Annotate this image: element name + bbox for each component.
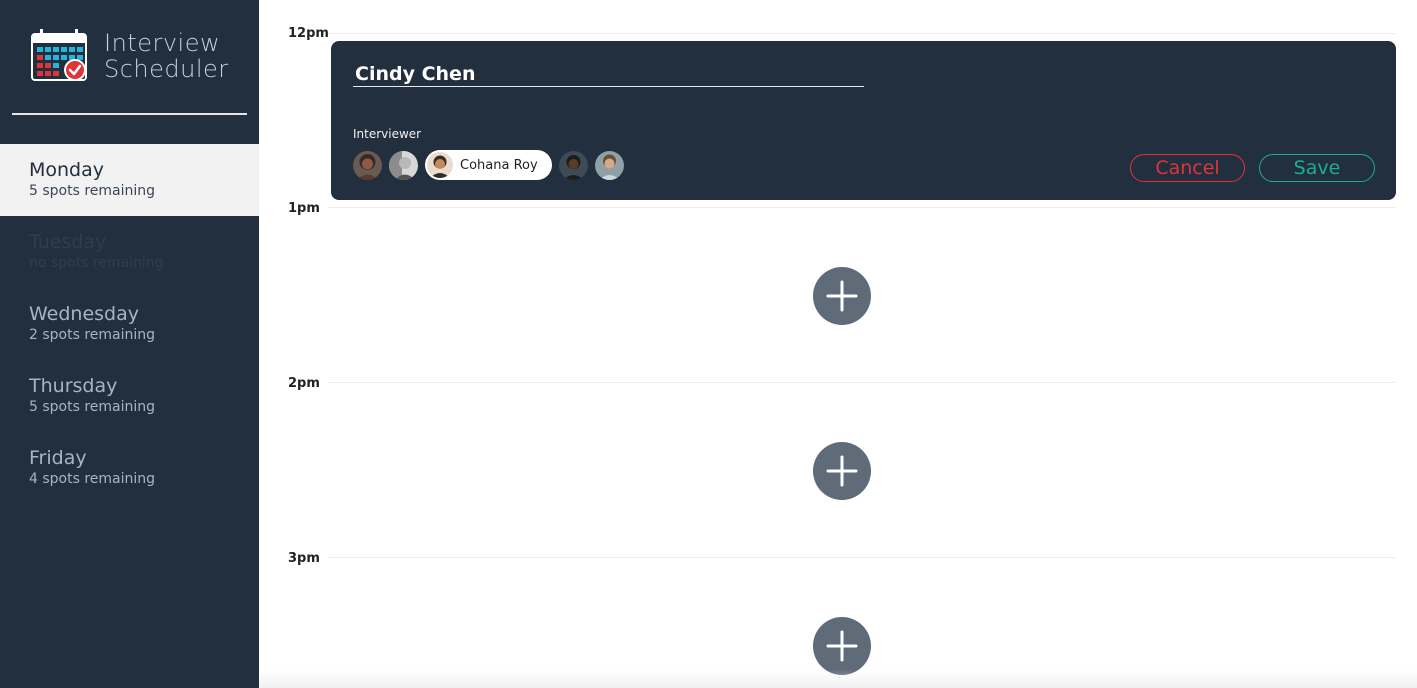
avatar-photo [594,150,624,180]
day-item-thursday[interactable]: Thursday 5 spots remaining [0,360,259,432]
interviewer-name: Cohana Roy [460,157,538,173]
interviewer-avatar[interactable] [558,150,588,180]
day-item-friday[interactable]: Friday 4 spots remaining [0,432,259,504]
interviewer-label: Interviewer [353,127,422,141]
interviewer-selected[interactable]: Cohana Roy [425,150,552,180]
day-name: Wednesday [29,303,140,325]
day-item-wednesday[interactable]: Wednesday 2 spots remaining [0,288,259,360]
plus-icon [826,280,858,312]
day-item-monday[interactable]: Monday 5 spots remaining [0,144,259,216]
plus-icon [826,455,858,487]
interviewer-avatar [427,152,453,178]
add-appointment-button[interactable] [813,267,871,325]
day-name: Monday [29,159,105,181]
app-title: Interview Scheduler [104,30,229,82]
avatar-photo [353,150,382,180]
scroll-fade [259,670,1417,688]
day-spots: 2 spots remaining [29,327,156,343]
hour-label-12pm: 12pm [288,26,329,41]
day-item-tuesday[interactable]: Tuesday no spots remaining [0,216,259,288]
day-spots: 4 spots remaining [29,471,156,487]
day-spots: 5 spots remaining [29,183,156,199]
calendar-check-icon [31,29,87,81]
avatar-photo [427,152,453,178]
schedule: 12pm 1pm 2pm 3pm Interviewer [259,0,1417,688]
app-title-line2: Scheduler [104,55,229,83]
interviewer-avatar[interactable] [353,150,382,180]
brand: Interview Scheduler [30,28,229,84]
sidebar: Interview Scheduler Monday 5 spots remai… [0,0,259,688]
interviewer-avatar[interactable] [594,150,624,180]
day-spots: 5 spots remaining [29,399,156,415]
hour-separator [328,382,1396,383]
day-name: Tuesday [29,231,107,253]
student-name-input[interactable] [353,61,864,87]
save-button[interactable]: Save [1259,154,1375,182]
day-name: Friday [29,447,87,469]
interviewer-avatar[interactable] [389,150,418,180]
day-spots: no spots remaining [29,255,164,271]
interviewer-list: Cohana Roy [353,150,631,180]
add-appointment-button[interactable] [813,617,871,675]
appointment-form: Interviewer [331,41,1396,200]
day-name: Thursday [29,375,118,397]
add-appointment-button[interactable] [813,442,871,500]
app-title-line1: Interview [104,29,221,57]
hour-label-2pm: 2pm [288,376,320,391]
avatar-photo [389,150,418,180]
cancel-button[interactable]: Cancel [1130,154,1245,182]
hour-label-3pm: 3pm [288,551,320,566]
day-list: Monday 5 spots remaining Tuesday no spot… [0,144,259,504]
hour-label-1pm: 1pm [288,201,320,216]
sidebar-divider [12,113,247,115]
hour-separator [328,557,1396,558]
plus-icon [826,630,858,662]
hour-separator [328,207,1396,208]
avatar-photo [558,150,588,180]
hour-separator [328,33,1396,34]
